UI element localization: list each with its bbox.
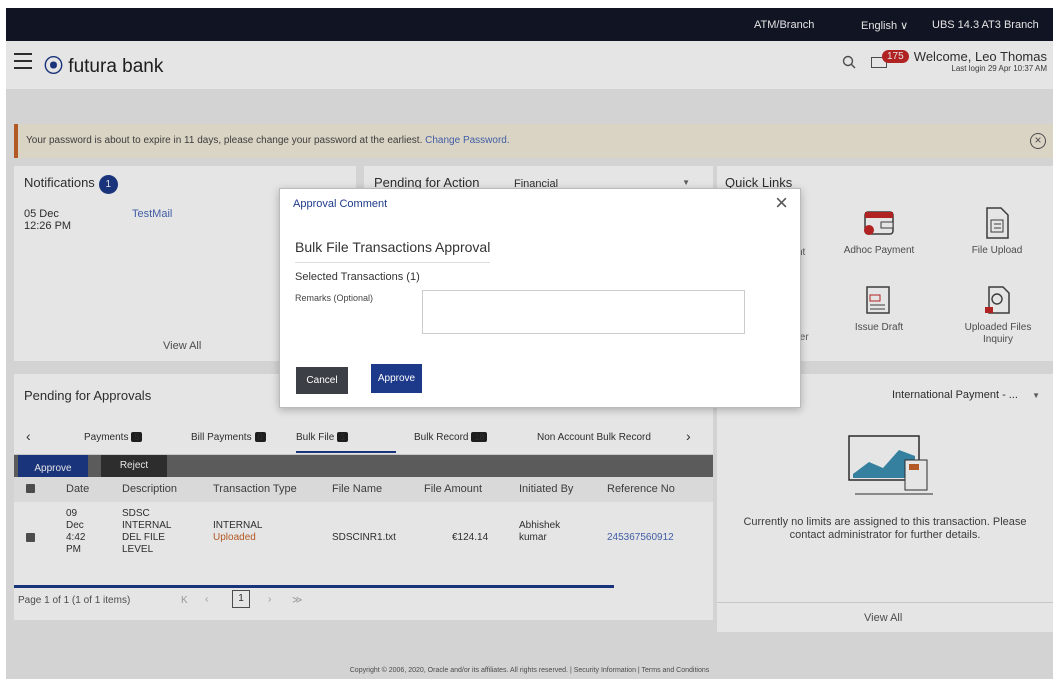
remarks-input[interactable] bbox=[422, 290, 745, 334]
app-screen: ATM/Branch English ∨ UBS 14.3 AT3 Branch… bbox=[6, 8, 1053, 679]
approve-confirm-button[interactable]: Approve bbox=[371, 364, 422, 393]
dialog-header: Approval Comment bbox=[293, 198, 388, 210]
approval-comment-dialog: Approval Comment × Bulk File Transaction… bbox=[279, 188, 801, 408]
selected-transactions: Selected Transactions (1) bbox=[295, 271, 420, 283]
remarks-label: Remarks (Optional) bbox=[295, 293, 374, 303]
dialog-title: Bulk File Transactions Approval bbox=[295, 239, 491, 263]
cancel-button[interactable]: Cancel bbox=[296, 367, 348, 394]
close-icon[interactable]: × bbox=[775, 192, 788, 214]
